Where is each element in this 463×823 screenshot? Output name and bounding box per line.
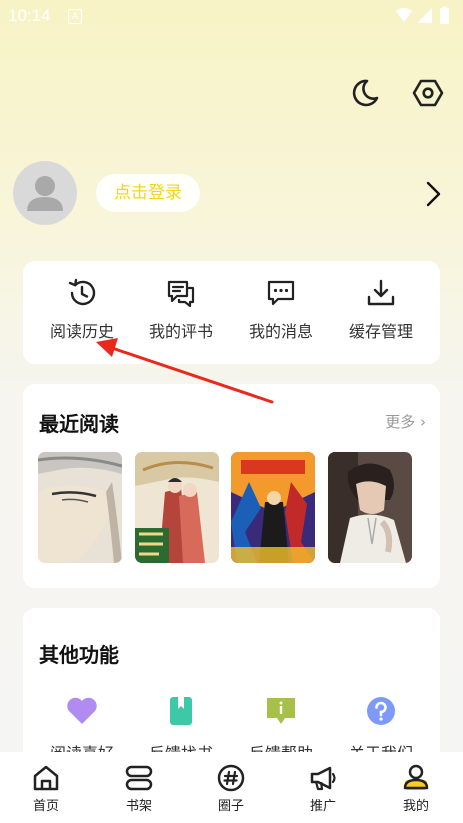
tab-bookshelf[interactable]: 书架 <box>109 764 169 814</box>
more-label: 更多 <box>385 413 416 431</box>
cover-art-face <box>38 452 122 563</box>
chevron-right-icon[interactable] <box>424 178 444 210</box>
tab-label: 首页 <box>32 799 59 814</box>
book-cover[interactable] <box>231 452 315 563</box>
quick-item-reviews[interactable]: 我的评书 <box>131 277 231 342</box>
quick-item-label: 阅读历史 <box>49 322 114 341</box>
cover-art-portrait <box>328 452 412 563</box>
book-cover[interactable] <box>38 452 122 563</box>
tab-label: 推广 <box>309 799 336 814</box>
app-indicator-icon: A <box>68 9 82 24</box>
bookmark-icon <box>170 697 192 725</box>
comment-icon <box>167 280 195 308</box>
other-title: 其他功能 <box>39 643 119 667</box>
hashtag-icon <box>217 764 245 792</box>
more-link[interactable]: 更多 › <box>385 411 426 432</box>
function-item-about[interactable]: 关于我们 <box>331 696 431 763</box>
message-icon <box>267 280 295 306</box>
tab-circle[interactable]: 圈子 <box>201 764 261 814</box>
hexagon-settings-icon[interactable] <box>411 76 445 110</box>
chevron-right-small-icon: › <box>420 413 426 431</box>
tab-label: 书架 <box>125 799 152 814</box>
function-item-find-book[interactable]: 反馈找书 <box>131 696 231 763</box>
quick-item-label: 我的评书 <box>148 322 213 341</box>
tab-mine[interactable]: 我的 <box>386 764 446 814</box>
quick-actions-card: 阅读历史 我的评书 我的消息 缓存管理 <box>23 261 440 364</box>
book-cover[interactable] <box>328 452 412 563</box>
cover-art-heroes <box>231 452 315 563</box>
megaphone-icon <box>310 766 336 791</box>
info-icon <box>267 698 295 724</box>
user-placeholder-icon <box>27 176 63 211</box>
recent-reading-card: 最近阅读 更多 › <box>23 384 440 588</box>
status-time: 10:14 <box>8 6 51 25</box>
moon-icon[interactable] <box>347 76 381 110</box>
book-cover[interactable] <box>135 452 219 563</box>
function-item-preferences[interactable]: 阅读喜好 <box>32 696 132 763</box>
bottom-tab-bar: 首页 书架 圈子 推广 我的 <box>0 752 463 823</box>
question-icon <box>367 697 395 725</box>
download-icon <box>367 279 395 306</box>
quick-item-label: 我的消息 <box>248 322 313 341</box>
profile-icon <box>403 764 429 790</box>
function-item-help[interactable]: 反馈帮助 <box>231 696 331 763</box>
quick-item-history[interactable]: 阅读历史 <box>32 277 132 342</box>
quick-item-messages[interactable]: 我的消息 <box>231 277 331 342</box>
history-icon <box>68 278 96 306</box>
home-icon <box>33 765 59 791</box>
bookshelf-icon <box>125 765 153 791</box>
quick-item-label: 缓存管理 <box>348 322 413 341</box>
tab-promote[interactable]: 推广 <box>293 764 353 814</box>
login-button[interactable]: 点击登录 <box>96 174 200 212</box>
tab-home[interactable]: 首页 <box>16 764 76 814</box>
tab-label: 我的 <box>402 799 429 814</box>
status-bar: 10:14 A <box>0 0 463 32</box>
heart-icon <box>67 697 97 724</box>
tab-label: 圈子 <box>217 799 244 814</box>
system-status-icons <box>396 6 449 24</box>
screen: 10:14 A 点击登录 阅读历史 我的评书 我的消息 缓存管理 最近阅读 更多… <box>0 0 463 823</box>
cover-art-couple <box>135 452 219 563</box>
recent-title: 最近阅读 <box>39 412 119 436</box>
quick-item-cache[interactable]: 缓存管理 <box>331 277 431 342</box>
avatar[interactable] <box>13 161 77 225</box>
